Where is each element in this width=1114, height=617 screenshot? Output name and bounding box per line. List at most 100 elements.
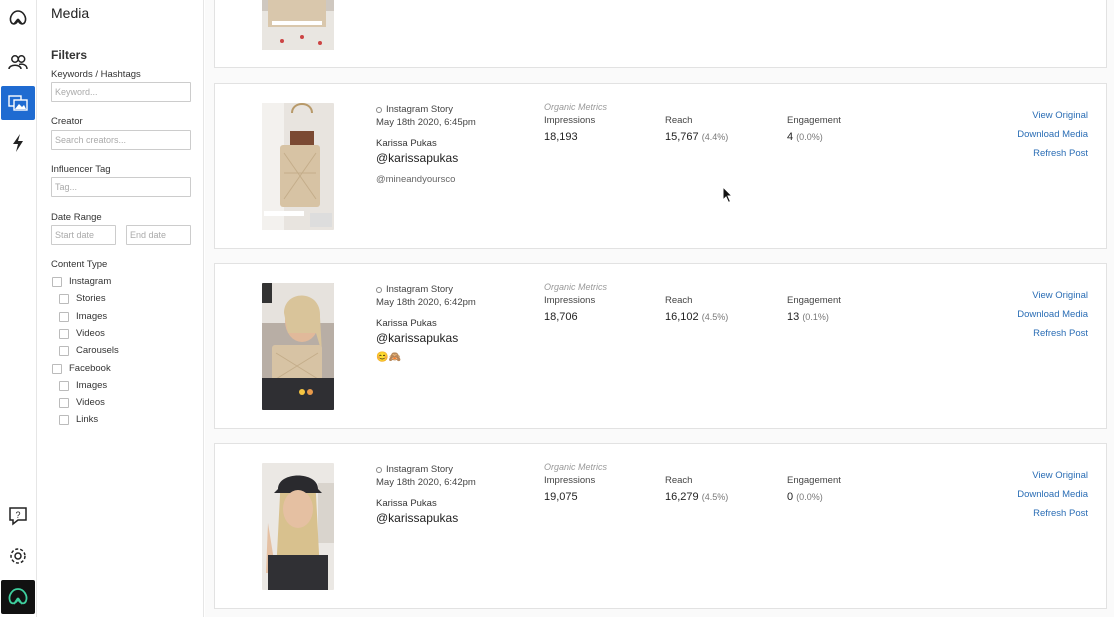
checkbox[interactable]: [59, 328, 69, 339]
post-type: Instagram Story: [376, 284, 476, 295]
reach-label: Reach: [665, 115, 693, 126]
post-type-label: Instagram Story: [386, 104, 454, 115]
checkbox[interactable]: [52, 276, 62, 287]
reach-metric: Reach 16,279 (4.5%): [665, 475, 728, 503]
refresh-post-link[interactable]: Refresh Post: [1017, 508, 1088, 519]
engagement-percent: (0.1%): [802, 312, 829, 322]
impressions-metric: Impressions 18,706: [544, 295, 595, 323]
impressions-metric: Impressions 19,075: [544, 475, 595, 503]
view-original-link[interactable]: View Original: [1017, 290, 1088, 301]
story-ring-icon: [376, 286, 382, 293]
nav-rail: ?: [0, 0, 37, 617]
reach-label: Reach: [665, 475, 693, 486]
creator-search-input[interactable]: Search creators...: [51, 130, 191, 150]
post-meta: Instagram Story May 18th 2020, 6:45pm Ka…: [376, 104, 476, 185]
download-media-link[interactable]: Download Media: [1017, 489, 1088, 500]
start-date-input[interactable]: Start date: [51, 225, 116, 245]
post-meta: Instagram Story May 18th 2020, 6:42pm Ka…: [376, 284, 476, 363]
impressions-label: Impressions: [544, 115, 596, 126]
checkbox-instagram-images[interactable]: Images: [59, 311, 107, 322]
post-actions: View Original Download Media Refresh Pos…: [1017, 470, 1088, 527]
refresh-post-link[interactable]: Refresh Post: [1017, 148, 1088, 159]
checkbox-facebook-links[interactable]: Links: [59, 414, 98, 425]
reach-metric: Reach 15,767 (4.4%): [665, 115, 728, 143]
checkbox-instagram[interactable]: Instagram: [52, 276, 111, 287]
brand-logo-icon[interactable]: [1, 1, 35, 35]
end-date-input[interactable]: End date: [126, 225, 191, 245]
checkbox[interactable]: [52, 363, 62, 374]
view-original-link[interactable]: View Original: [1017, 470, 1088, 481]
keywords-label: Keywords / Hashtags: [51, 69, 141, 80]
reach-metric: Reach 16,102 (4.5%): [665, 295, 728, 323]
post-thumbnail[interactable]: [262, 283, 334, 410]
filters-heading: Filters: [51, 48, 88, 62]
engagement-metric: Engagement 4 (0.0%): [787, 115, 841, 143]
reach-value: 16,279: [665, 491, 699, 503]
post-caption: 😊🙈: [376, 352, 401, 363]
post-type: Instagram Story: [376, 464, 476, 475]
impressions-value: 18,706: [544, 311, 578, 323]
creator-handle[interactable]: @karissapukas: [376, 151, 476, 165]
checkbox-label: Images: [76, 311, 108, 322]
creator-handle[interactable]: @karissapukas: [376, 511, 476, 525]
checkbox-facebook[interactable]: Facebook: [52, 363, 111, 374]
help-chat-icon[interactable]: ?: [1, 499, 35, 533]
impressions-value: 18,193: [544, 131, 578, 143]
creator-name: Karissa Pukas: [376, 138, 437, 149]
engagement-percent: (0.0%): [796, 492, 823, 502]
checkbox-instagram-carousels[interactable]: Carousels: [59, 345, 119, 356]
reach-label: Reach: [665, 295, 693, 306]
influencer-tag-label: Influencer Tag: [51, 164, 111, 175]
lightning-icon[interactable]: [1, 126, 35, 160]
checkbox-facebook-images[interactable]: Images: [59, 380, 107, 391]
media-card: Instagram Story May 18th 2020, 6:42pm Ka…: [214, 443, 1107, 609]
impressions-metric: Impressions 18,193: [544, 115, 595, 143]
checkbox-label: Videos: [76, 328, 105, 339]
checkbox[interactable]: [59, 397, 69, 408]
organic-metrics-label: Organic Metrics: [544, 462, 608, 472]
media-feed: Instagram Story May 18th 2020, 6:45pm Ka…: [205, 0, 1114, 617]
post-actions: View Original Download Media Refresh Pos…: [1017, 110, 1088, 167]
checkbox[interactable]: [59, 414, 69, 425]
engagement-label: Engagement: [787, 115, 841, 126]
engagement-label: Engagement: [787, 295, 841, 306]
media-card: Instagram Story May 18th 2020, 6:42pm Ka…: [214, 263, 1107, 429]
keywords-input[interactable]: Keyword...: [51, 82, 191, 102]
checkbox-label: Images: [76, 380, 108, 391]
checkbox[interactable]: [59, 345, 69, 356]
reach-value: 15,767: [665, 131, 699, 143]
post-type-label: Instagram Story: [386, 284, 454, 295]
people-icon[interactable]: [1, 45, 35, 79]
post-actions: View Original Download Media Refresh Pos…: [1017, 290, 1088, 347]
checkbox-facebook-videos[interactable]: Videos: [59, 397, 105, 408]
influencer-tag-input[interactable]: Tag...: [51, 177, 191, 197]
download-media-link[interactable]: Download Media: [1017, 129, 1088, 140]
story-ring-icon: [376, 466, 382, 473]
refresh-post-link[interactable]: Refresh Post: [1017, 328, 1088, 339]
checkbox[interactable]: [59, 380, 69, 391]
media-card: Instagram Story May 18th 2020, 6:45pm Ka…: [214, 83, 1107, 249]
gear-icon[interactable]: [1, 539, 35, 573]
checkbox[interactable]: [59, 293, 69, 304]
checkbox-label: Carousels: [76, 345, 119, 356]
story-ring-icon: [376, 106, 382, 113]
checkbox-label: Facebook: [69, 363, 111, 374]
download-media-link[interactable]: Download Media: [1017, 309, 1088, 320]
engagement-value: 0: [787, 491, 794, 503]
checkbox-label: Videos: [76, 397, 105, 408]
checkbox-instagram-videos[interactable]: Videos: [59, 328, 105, 339]
avatar-logo-icon[interactable]: [1, 580, 35, 614]
post-thumbnail[interactable]: [262, 103, 334, 230]
creator-handle[interactable]: @karissapukas: [376, 331, 476, 345]
view-original-link[interactable]: View Original: [1017, 110, 1088, 121]
content-type-label: Content Type: [51, 259, 108, 270]
post-thumbnail[interactable]: [262, 463, 334, 590]
checkbox-instagram-stories[interactable]: Stories: [59, 293, 106, 304]
post-caption: @mineandyoursco: [376, 174, 456, 185]
impressions-value: 19,075: [544, 491, 578, 503]
media-icon[interactable]: [1, 86, 35, 120]
checkbox[interactable]: [59, 311, 69, 322]
post-date: May 18th 2020, 6:42pm: [376, 477, 476, 488]
engagement-metric: Engagement 0 (0.0%): [787, 475, 841, 503]
post-thumbnail[interactable]: [262, 0, 334, 50]
